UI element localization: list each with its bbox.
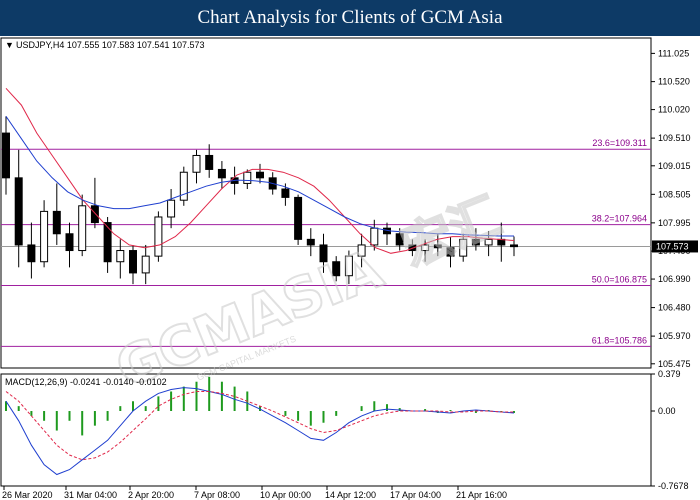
fib-level-label: 50.0=106.875 — [592, 275, 647, 285]
candle-body — [65, 233, 74, 252]
candle-body — [40, 210, 49, 263]
candle-body — [243, 171, 252, 184]
price-y-tick-label: 110.020 — [658, 105, 690, 115]
price-y-tick-label: 106.990 — [658, 274, 691, 284]
candle-body — [103, 222, 112, 263]
x-tick-label: 31 Mar 04:00 — [64, 490, 117, 500]
x-tick-label: 10 Apr 00:00 — [260, 490, 311, 500]
current-price-tag: 107.573 — [656, 241, 689, 251]
symbol-header: USDJPY,H4 107.555 107.583 107.541 107.57… — [16, 40, 205, 50]
price-y-tick-label: 111.025 — [658, 48, 689, 58]
x-tick-label: 14 Apr 12:00 — [325, 490, 376, 500]
candle-body — [256, 171, 264, 179]
x-tick-label: 7 Apr 08:00 — [194, 490, 240, 500]
candle-body — [2, 132, 10, 179]
x-tick-label: 17 Apr 04:00 — [390, 490, 441, 500]
fib-level-label: 38.2=107.964 — [592, 214, 647, 224]
price-y-tick-label: 109.015 — [658, 161, 691, 171]
candle-body — [27, 244, 36, 263]
candle-body — [14, 177, 23, 246]
candle-body — [192, 154, 201, 173]
candle-body — [78, 205, 87, 252]
macd-header: MACD(12,26,9) -0.0241 -0.0140 -0.0102 — [5, 377, 167, 387]
fib-level-label: 23.6=109.311 — [592, 138, 647, 148]
candle-body — [179, 171, 188, 201]
candle-body — [167, 199, 176, 218]
macd-y-tick-label: 0.379 — [658, 369, 681, 379]
macd-panel — [0, 373, 652, 487]
price-y-tick-label: 105.475 — [658, 359, 691, 369]
candle-body — [217, 168, 226, 179]
candle-body — [281, 188, 290, 198]
candle-body — [370, 227, 379, 246]
candle-body — [90, 205, 99, 224]
macd-y-tick-label: 0.00 — [658, 406, 676, 416]
fib-level-label: 61.8=105.786 — [592, 335, 647, 345]
candle-body — [306, 238, 315, 246]
candle-body — [116, 250, 125, 263]
x-tick-label: 2 Apr 20:00 — [128, 490, 174, 500]
price-y-tick-label: 106.480 — [658, 303, 691, 313]
candle-body — [141, 255, 150, 274]
price-y-tick-label: 107.995 — [658, 218, 691, 228]
candle-body — [205, 154, 214, 170]
x-tick-label: 26 Mar 2020 — [2, 490, 53, 500]
price-y-tick-label: 105.970 — [658, 331, 691, 341]
dropdown-arrow-icon[interactable]: ▼ — [5, 40, 14, 50]
candle-body — [510, 244, 518, 248]
candle-body — [154, 216, 163, 257]
price-y-tick-label: 110.520 — [658, 77, 690, 87]
banner-title: Chart Analysis for Clients of GCM Asia — [0, 0, 700, 36]
macd-y-tick-label: -0.7678 — [658, 481, 689, 491]
price-y-tick-label: 108.505 — [658, 189, 691, 199]
price-y-tick-label: 109.510 — [658, 133, 691, 143]
candle-body — [129, 250, 137, 274]
candle-body — [294, 196, 303, 240]
chart-area: 111.025 110.520 110.020 109.510 109.015 108.5… — [0, 37, 698, 500]
x-tick-label: 21 Apr 16:00 — [456, 490, 507, 500]
candle-body — [52, 210, 61, 235]
